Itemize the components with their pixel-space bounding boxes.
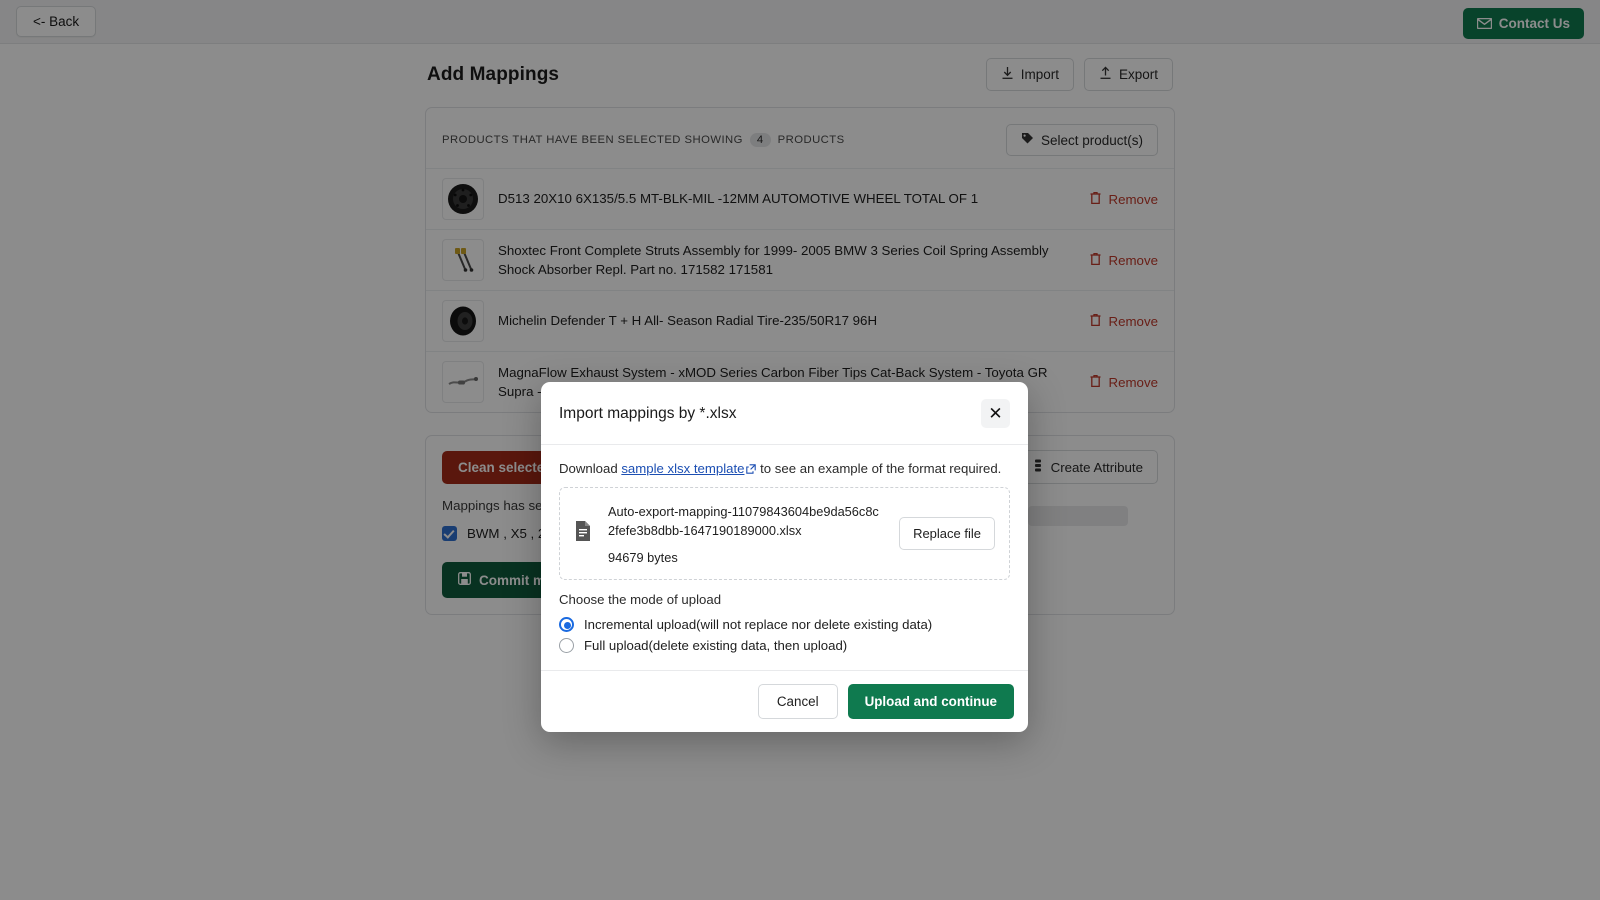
close-icon[interactable]: ✕ — [981, 399, 1010, 428]
modal-body: Download sample xlsx template to see an … — [541, 445, 1028, 670]
download-suffix: to see an example of the format required… — [760, 461, 1001, 476]
external-link-icon — [746, 462, 756, 477]
radio-incremental-label: Incremental upload(will not replace nor … — [584, 617, 932, 632]
download-prefix: Download — [559, 461, 618, 476]
file-size: 94679 bytes — [608, 550, 885, 565]
uploaded-file-box: Auto-export-mapping-11079843604be9da56c8… — [559, 487, 1010, 580]
import-mappings-modal: Import mappings by *.xlsx ✕ Download sam… — [541, 382, 1028, 732]
sample-template-link[interactable]: sample xlsx template — [621, 461, 744, 476]
upload-mode-label: Choose the mode of upload — [559, 592, 1010, 607]
radio-full-upload[interactable]: Full upload(delete existing data, then u… — [559, 635, 1010, 656]
modal-title: Import mappings by *.xlsx — [559, 405, 736, 423]
download-template-line: Download sample xlsx template to see an … — [559, 461, 1010, 477]
replace-file-button[interactable]: Replace file — [899, 517, 995, 550]
upload-and-continue-button[interactable]: Upload and continue — [848, 684, 1014, 719]
modal-header: Import mappings by *.xlsx ✕ — [541, 382, 1028, 445]
modal-footer: Cancel Upload and continue — [541, 670, 1028, 732]
radio-full-label: Full upload(delete existing data, then u… — [584, 638, 847, 653]
app-root: <- Back Contact Us Add Mappings Import — [0, 0, 1600, 900]
file-meta: Auto-export-mapping-11079843604be9da56c8… — [608, 502, 885, 565]
cancel-button[interactable]: Cancel — [758, 684, 838, 719]
radio-icon[interactable] — [559, 638, 574, 653]
radio-icon-selected[interactable] — [559, 617, 574, 632]
file-icon — [574, 520, 594, 547]
radio-incremental-upload[interactable]: Incremental upload(will not replace nor … — [559, 614, 1010, 635]
file-name: Auto-export-mapping-11079843604be9da56c8… — [608, 502, 885, 540]
